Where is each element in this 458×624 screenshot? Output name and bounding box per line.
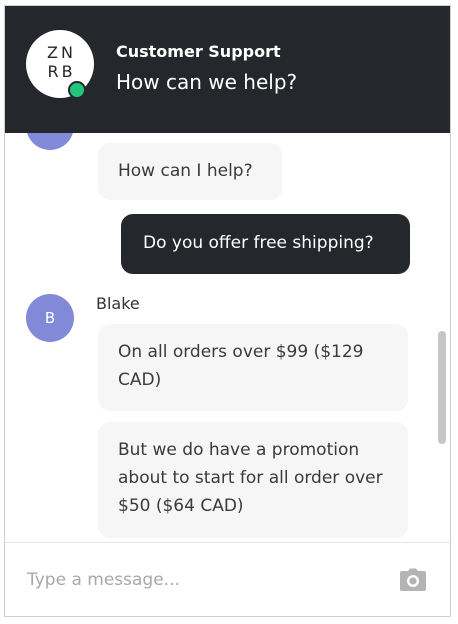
- camera-icon[interactable]: [399, 568, 427, 592]
- user-message: Do you offer free shipping?: [121, 214, 410, 274]
- message-composer: [5, 542, 450, 616]
- header-title: Customer Support: [116, 42, 281, 61]
- scrollbar-thumb[interactable]: [438, 331, 446, 444]
- chat-header: ZN RB Customer Support How can we help?: [5, 6, 450, 133]
- agent-message: But we do have a promotion about to star…: [98, 422, 408, 538]
- agent-message: On all orders over $99 ($129 CAD): [98, 324, 408, 411]
- agent-avatar: B: [26, 294, 74, 342]
- chat-widget: ZN RB Customer Support How can we help? …: [4, 5, 451, 617]
- header-subtitle: How can we help?: [116, 70, 298, 94]
- logo-text: ZN RB: [47, 43, 76, 81]
- online-status-indicator: [68, 81, 86, 99]
- sender-name: Blake: [96, 294, 140, 313]
- message-input[interactable]: [27, 565, 367, 595]
- agent-message: How can I help?: [98, 143, 282, 200]
